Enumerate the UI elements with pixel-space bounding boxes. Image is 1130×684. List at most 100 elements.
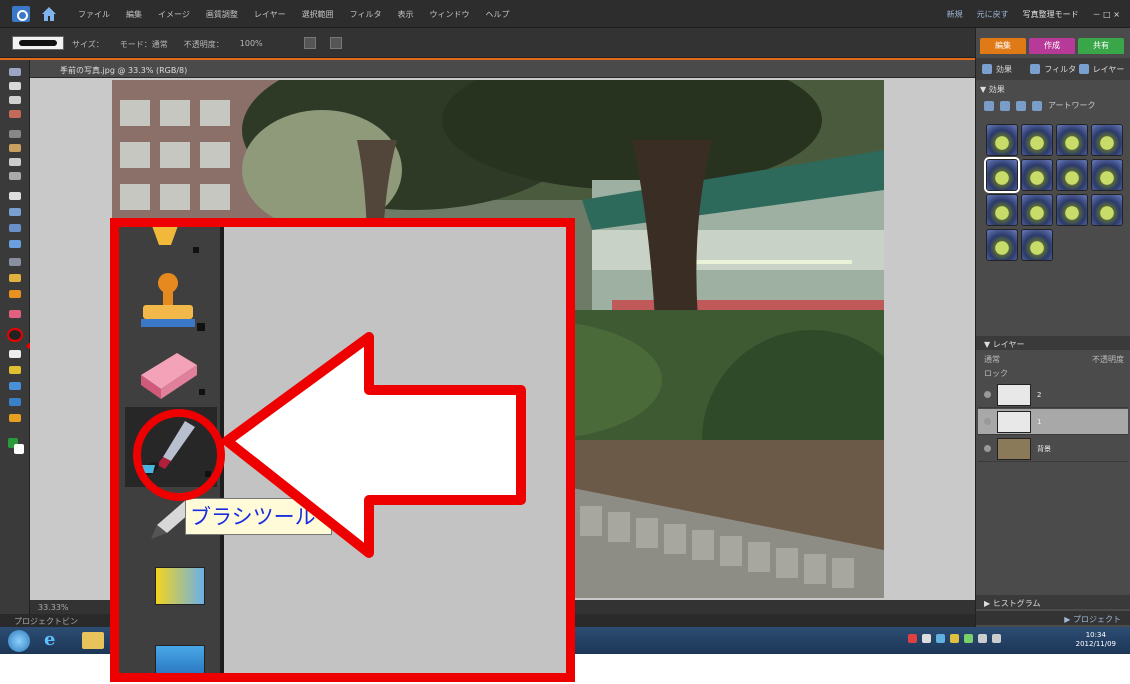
histogram-header[interactable]: ▶ ヒストグラム bbox=[976, 595, 1130, 609]
internet-explorer-icon[interactable]: e bbox=[44, 630, 64, 650]
shape-small-icon[interactable] bbox=[9, 382, 21, 390]
home-icon[interactable] bbox=[40, 5, 58, 23]
spot-healing-tool-icon[interactable] bbox=[9, 258, 21, 266]
project-bin-toggle[interactable]: ▶ プロジェクト bbox=[976, 611, 1130, 625]
effect-thumbnail[interactable] bbox=[1091, 194, 1123, 226]
menu-file[interactable]: ファイル bbox=[78, 9, 110, 20]
clock[interactable]: 10:34 2012/11/09 bbox=[1076, 631, 1116, 649]
start-button-icon[interactable] bbox=[8, 630, 30, 652]
effect-thumbnail[interactable] bbox=[1056, 159, 1088, 191]
layer-lock-label[interactable]: ロック bbox=[984, 368, 1008, 379]
marquee-tool-icon[interactable] bbox=[9, 130, 21, 138]
brush-settings-icon[interactable] bbox=[330, 37, 342, 49]
menu-view[interactable]: 表示 bbox=[397, 9, 413, 20]
eye-icon[interactable] bbox=[984, 391, 991, 398]
type-tool-icon[interactable] bbox=[9, 192, 21, 200]
effect-thumbnail[interactable] bbox=[1021, 194, 1053, 226]
menu-layer[interactable]: レイヤー bbox=[254, 9, 286, 20]
quick-selection-tool-icon[interactable] bbox=[9, 172, 21, 180]
layer-row-selected[interactable]: 1 bbox=[978, 409, 1128, 435]
eraser-small-icon[interactable] bbox=[9, 310, 21, 318]
effect-thumbnail[interactable] bbox=[1056, 194, 1088, 226]
move-tool-icon[interactable] bbox=[9, 68, 21, 76]
effect-category-icon[interactable] bbox=[984, 100, 994, 111]
menu-image[interactable]: イメージ bbox=[158, 9, 190, 20]
gradient-small-icon[interactable] bbox=[9, 366, 21, 374]
zoom-tool-icon[interactable] bbox=[9, 82, 21, 90]
lasso-tool-icon[interactable] bbox=[9, 144, 21, 152]
red-eye-tool-icon[interactable] bbox=[9, 240, 21, 248]
eye-icon[interactable] bbox=[984, 418, 991, 425]
effect-thumbnail[interactable] bbox=[986, 229, 1018, 261]
paint-bucket-small-icon[interactable] bbox=[9, 274, 21, 282]
layer-row[interactable]: 2 bbox=[978, 382, 1128, 408]
tab-layers[interactable]: レイヤー bbox=[1078, 62, 1125, 76]
clock-date: 2012/11/09 bbox=[1075, 640, 1116, 648]
project-bin-label[interactable]: プロジェクトビン bbox=[14, 616, 78, 627]
sponge-small-icon[interactable] bbox=[9, 414, 21, 422]
tray-icon[interactable] bbox=[908, 634, 917, 643]
undo-button[interactable]: 元に戻す bbox=[977, 9, 1009, 20]
menu-help[interactable]: ヘルプ bbox=[485, 9, 509, 20]
tray-icon[interactable] bbox=[922, 634, 931, 643]
menu-select[interactable]: 選択範囲 bbox=[302, 9, 334, 20]
photo-effect-icon[interactable] bbox=[1032, 100, 1042, 111]
mode-select[interactable]: モード：通常 bbox=[120, 39, 168, 50]
pencil-small-icon[interactable] bbox=[9, 350, 21, 358]
opacity-value[interactable]: 100% bbox=[240, 39, 263, 50]
crop-tool-icon[interactable] bbox=[9, 208, 21, 216]
style-category-icon[interactable] bbox=[1016, 100, 1026, 111]
layer-name: 2 bbox=[1037, 390, 1042, 399]
filter-category-icon[interactable] bbox=[1000, 100, 1010, 111]
tab-effects[interactable]: 効果 bbox=[982, 62, 1028, 76]
file-explorer-icon[interactable] bbox=[82, 632, 104, 649]
zoom-readout[interactable]: 33.33% bbox=[38, 603, 69, 612]
network-icon[interactable] bbox=[978, 634, 987, 643]
tab-create[interactable]: 作成 bbox=[1029, 38, 1075, 54]
tab-filters[interactable]: フィルタ bbox=[1030, 62, 1076, 76]
magic-wand-tool-icon[interactable] bbox=[9, 158, 21, 166]
menu-enhance[interactable]: 画質調整 bbox=[206, 9, 238, 20]
tray-icon[interactable] bbox=[950, 634, 959, 643]
effect-thumbnail[interactable] bbox=[1021, 229, 1053, 261]
recompose-tool-icon[interactable] bbox=[9, 224, 21, 232]
effects-header[interactable]: ▼ 効果 bbox=[980, 84, 1005, 95]
effect-thumbnail[interactable] bbox=[986, 194, 1018, 226]
effect-thumbnail[interactable] bbox=[1091, 124, 1123, 156]
effect-thumbnail[interactable] bbox=[986, 124, 1018, 156]
organizer-mode-button[interactable]: 写真整理モード bbox=[1023, 9, 1079, 20]
effects-category-select[interactable]: アートワーク bbox=[1048, 100, 1096, 111]
layers-header[interactable]: ▼ レイヤー bbox=[976, 336, 1130, 350]
effect-thumbnail[interactable] bbox=[1091, 159, 1123, 191]
hand-tool-icon[interactable] bbox=[9, 96, 21, 104]
volume-icon[interactable] bbox=[992, 634, 1001, 643]
tray-icon[interactable] bbox=[936, 634, 945, 643]
airbrush-toggle-icon[interactable] bbox=[304, 37, 316, 49]
effect-thumbnail[interactable] bbox=[984, 157, 1020, 193]
effect-thumbnail[interactable] bbox=[1021, 124, 1053, 156]
menu-filter[interactable]: フィルタ bbox=[350, 9, 382, 20]
tab-share[interactable]: 共有 bbox=[1078, 38, 1124, 54]
eyedropper-tool-icon[interactable] bbox=[9, 110, 21, 118]
tab-edit[interactable]: 編集 bbox=[980, 38, 1026, 54]
effect-thumbnail[interactable] bbox=[1021, 159, 1053, 191]
layer-row[interactable]: 背景 bbox=[978, 436, 1128, 462]
app-logo-icon[interactable] bbox=[12, 6, 30, 22]
window-controls[interactable]: － □ × bbox=[1093, 9, 1120, 20]
close-document-icon[interactable]: × bbox=[60, 64, 969, 73]
brush-preset-picker[interactable] bbox=[12, 36, 64, 50]
blur-small-icon[interactable] bbox=[9, 398, 21, 406]
menu-edit[interactable]: 編集 bbox=[126, 9, 142, 20]
document-tab[interactable]: 手前の写真.jpg @ 33.3% (RGB/8) × bbox=[30, 60, 975, 78]
brush-small-icon-highlighted[interactable] bbox=[7, 328, 23, 342]
menu-window[interactable]: ウィンドウ bbox=[429, 9, 469, 20]
stamp-small-icon[interactable] bbox=[9, 290, 21, 298]
eye-icon[interactable] bbox=[984, 445, 991, 452]
tray-icon[interactable] bbox=[964, 634, 973, 643]
new-button[interactable]: 新規 bbox=[947, 9, 963, 20]
layer-name: 背景 bbox=[1037, 444, 1051, 453]
layer-opacity-label[interactable]: 不透明度 bbox=[1092, 354, 1124, 365]
blend-mode-select[interactable]: 通常 bbox=[984, 354, 1000, 365]
background-color-swatch[interactable] bbox=[14, 444, 24, 454]
effect-thumbnail[interactable] bbox=[1056, 124, 1088, 156]
